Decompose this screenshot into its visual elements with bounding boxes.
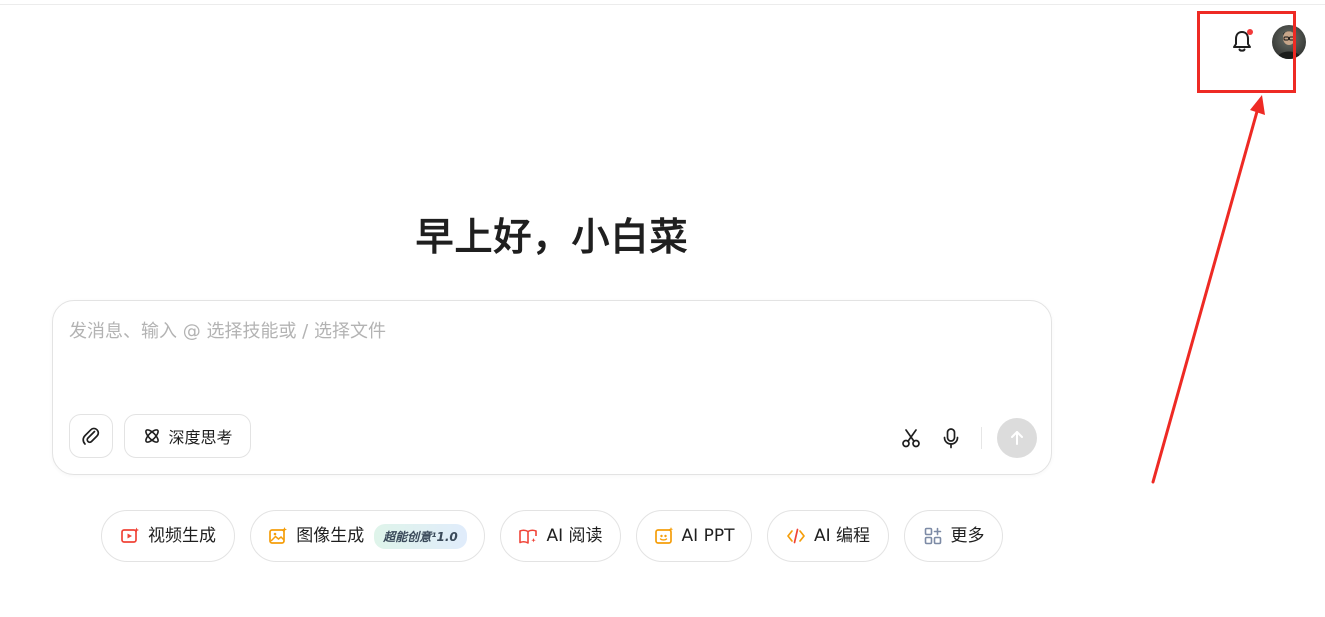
deep-think-label: 深度思考	[168, 428, 233, 447]
message-input[interactable]	[69, 321, 1029, 342]
ppt-icon	[654, 527, 673, 544]
scissors-icon[interactable]	[898, 425, 924, 451]
top-divider	[0, 0, 1325, 5]
book-icon	[519, 529, 538, 544]
chip-label: AI PPT	[681, 525, 735, 546]
grid-more-icon	[924, 527, 941, 545]
chip-ai-coding[interactable]: AI 编程	[767, 510, 889, 562]
annotation-highlight-box	[1197, 11, 1296, 93]
atom-icon	[145, 429, 160, 443]
microphone-icon[interactable]	[938, 425, 964, 451]
chip-label: 视频生成	[148, 525, 216, 546]
chip-label: 更多	[950, 525, 985, 546]
chip-video-generation[interactable]: 视频生成	[101, 510, 235, 562]
code-icon	[787, 528, 805, 544]
attach-file-button[interactable]	[69, 414, 113, 458]
paperclip-icon	[82, 427, 100, 445]
chip-image-generation[interactable]: 图像生成 超能创意¹1.0	[250, 510, 485, 562]
arrow-up-icon	[1011, 431, 1023, 445]
toolbar-divider	[981, 427, 982, 449]
deep-think-button[interactable]: 深度思考	[124, 414, 251, 458]
chip-more[interactable]: 更多	[904, 510, 1003, 562]
model-version-badge: 超能创意¹1.0	[374, 523, 467, 549]
greeting-title: 早上好，小白菜	[415, 215, 689, 259]
image-gen-icon	[269, 527, 288, 544]
message-composer: 深度思考	[52, 300, 1052, 475]
chip-label: AI 编程	[813, 525, 871, 546]
send-button[interactable]	[997, 418, 1037, 458]
chip-label: 图像生成	[296, 525, 365, 546]
chip-ai-ppt[interactable]: AI PPT	[636, 510, 752, 562]
page: 早上好，小白菜 深度思考	[0, 0, 1325, 617]
video-gen-icon	[121, 527, 139, 543]
chip-label: AI 阅读	[546, 525, 603, 546]
chip-ai-reading[interactable]: AI 阅读	[500, 510, 621, 562]
